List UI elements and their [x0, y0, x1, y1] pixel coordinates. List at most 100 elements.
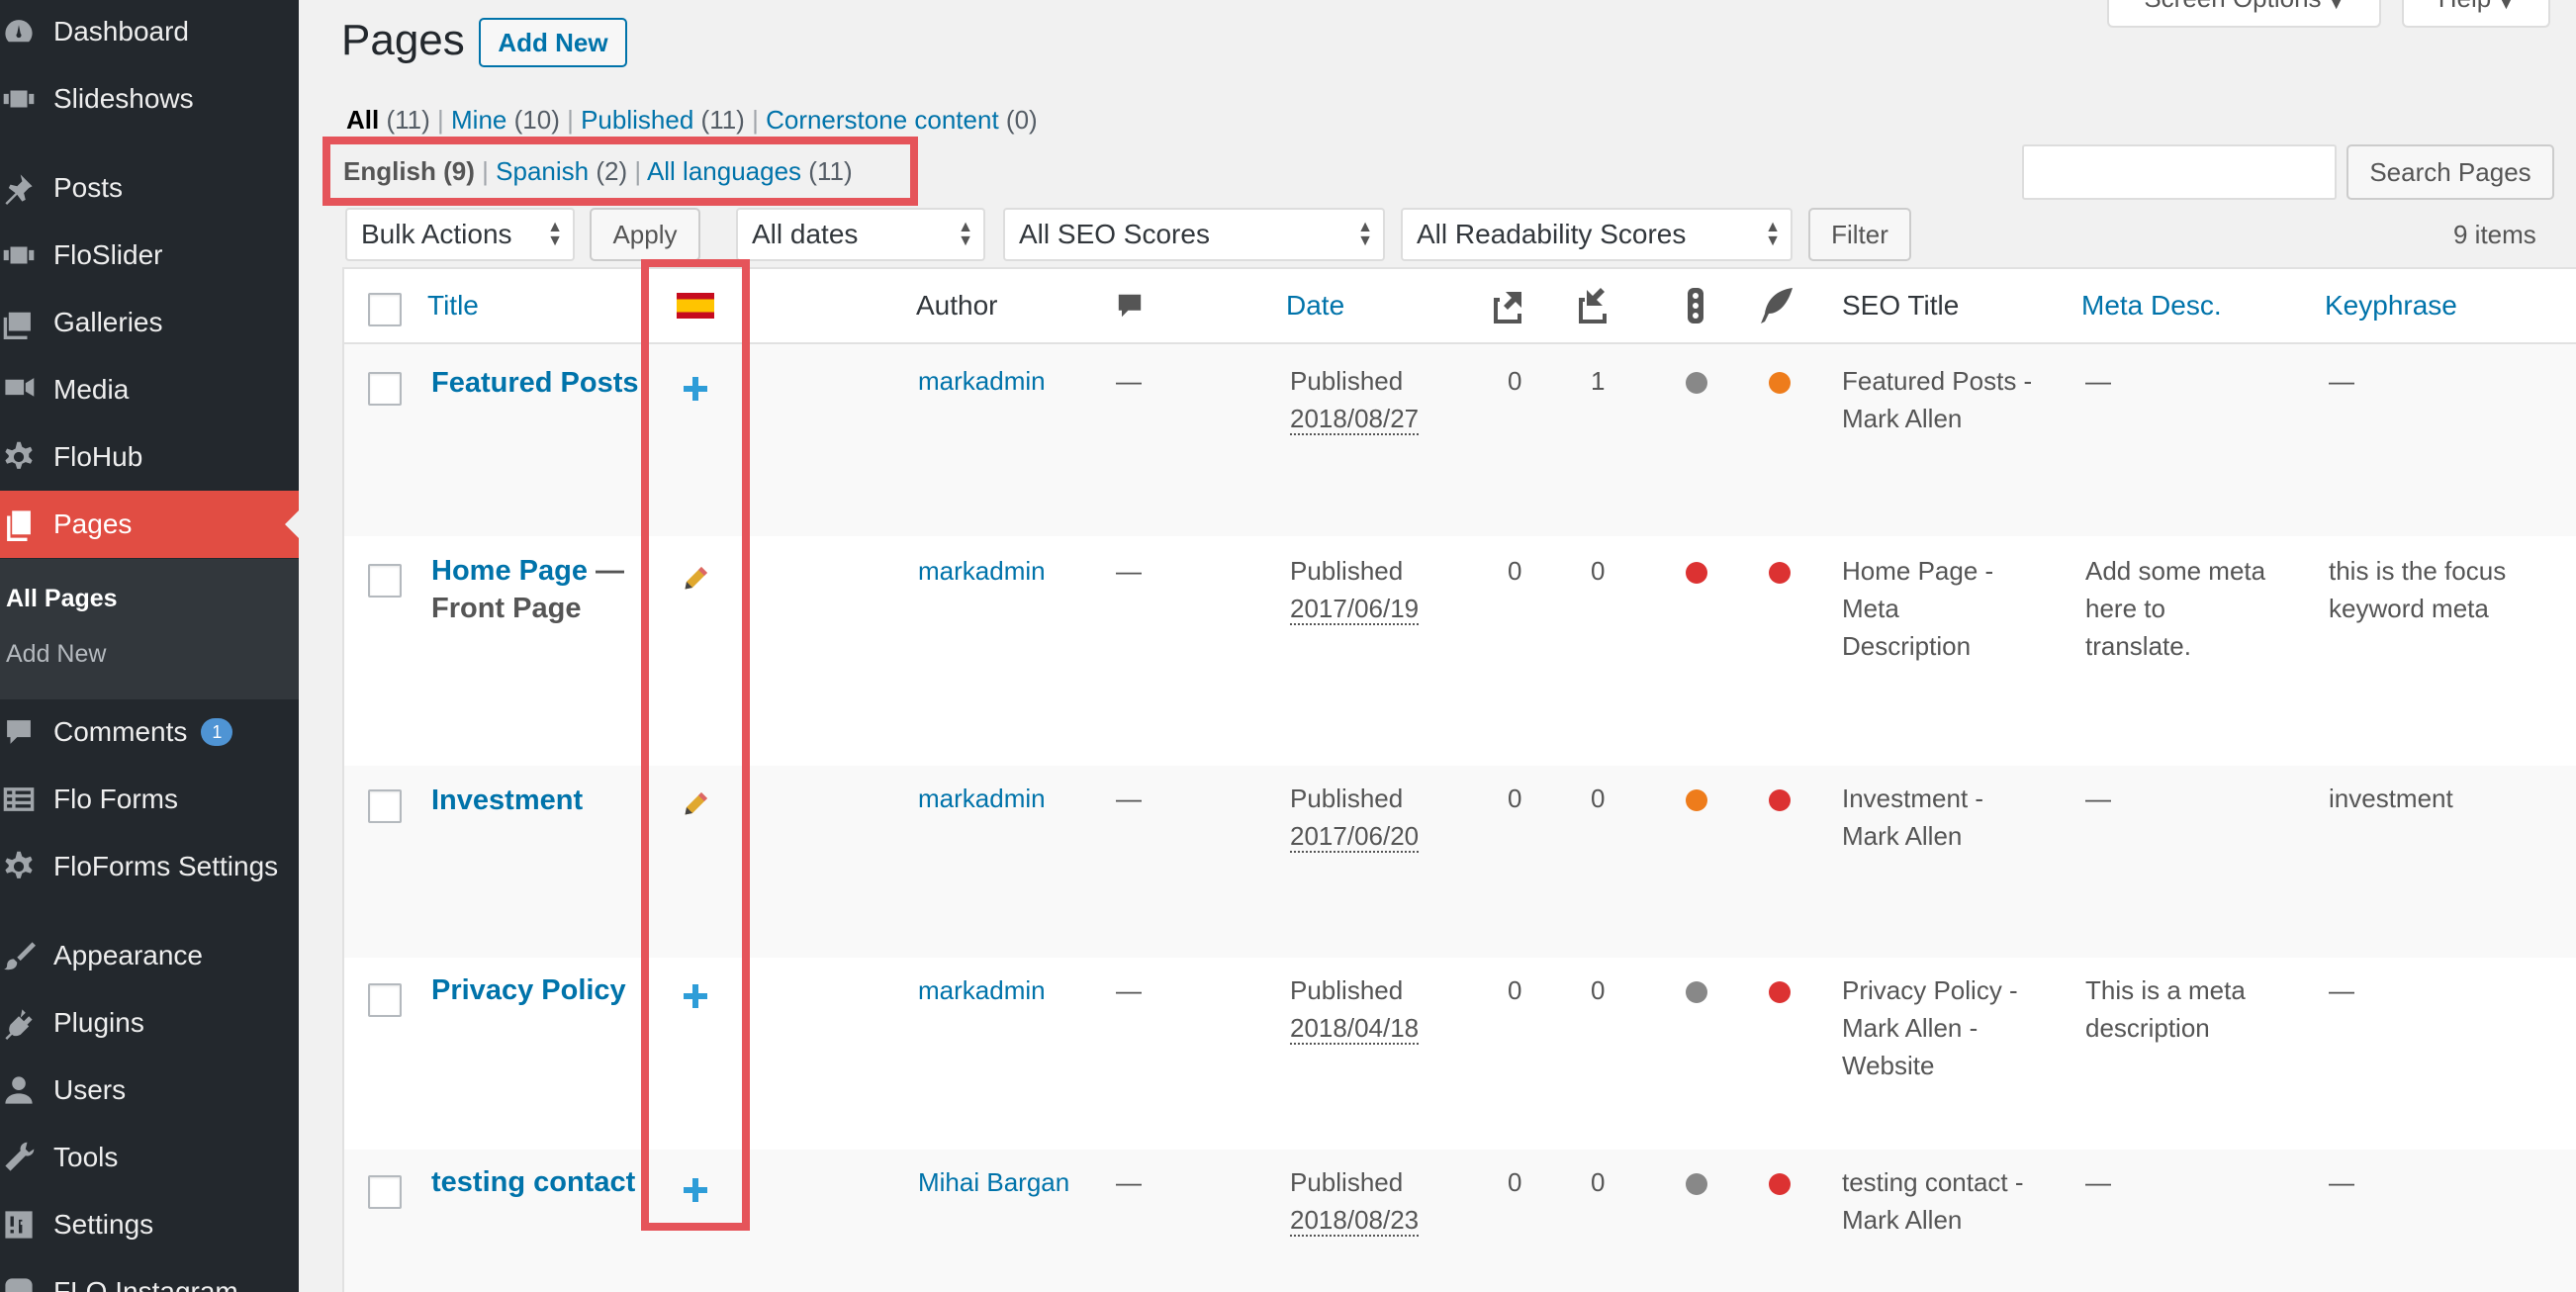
column-meta-desc-header[interactable]: Meta Desc. [2081, 269, 2222, 342]
row-checkbox[interactable] [368, 789, 402, 823]
column-keyphrase-header[interactable]: Keyphrase [2325, 269, 2457, 342]
readability-scores-select[interactable]: All Readability Scores ▲ ▼ [1401, 208, 1793, 261]
search-pages-button[interactable]: Search Pages [2346, 144, 2554, 200]
page-title-link[interactable]: Investment [431, 784, 583, 816]
author-link[interactable]: markadmin [918, 784, 1046, 813]
sidebar-item-flohub[interactable]: FloHub [0, 423, 299, 491]
date-cell: Published 2018/08/27 [1290, 362, 1420, 437]
sidebar-item-settings[interactable]: Settings [0, 1191, 299, 1258]
readability-score-dot [1769, 789, 1791, 811]
screen-options-button[interactable]: Screen Options ▼ [2107, 0, 2381, 28]
keyphrase-cell: — [2329, 975, 2354, 1005]
outgoing-links-count: 0 [1508, 366, 1522, 396]
comments-count: — [1116, 1167, 1142, 1197]
row-checkbox[interactable] [368, 372, 402, 406]
sidebar-item-users[interactable]: Users [0, 1057, 299, 1124]
select-all-checkbox[interactable] [368, 293, 402, 326]
dates-select[interactable]: All dates ▲ ▼ [736, 208, 985, 261]
sidebar-item-tools[interactable]: Tools [0, 1124, 299, 1191]
sidebar-item-label: FloSlider [53, 239, 163, 270]
sidebar-item-slideshows[interactable]: Slideshows [0, 65, 299, 133]
pages-icon [0, 491, 53, 558]
sidebar-item-galleries[interactable]: Galleries [0, 289, 299, 356]
sidebar-item-appearance[interactable]: Appearance [0, 922, 299, 989]
filter-cornerstone[interactable]: Cornerstone content (0) [766, 105, 1038, 135]
row-checkbox[interactable] [368, 983, 402, 1017]
outgoing-links-icon [1488, 269, 1527, 342]
pages-submenu: All Pages Add New [0, 559, 299, 699]
author-link[interactable]: markadmin [918, 975, 1046, 1005]
sidebar-item-posts[interactable]: Posts [0, 154, 299, 222]
sidebar-item-dashboard[interactable]: Dashboard [0, 0, 299, 65]
comments-count: — [1116, 556, 1142, 586]
column-seo-title-header: SEO Title [1842, 290, 1960, 321]
filter-english[interactable]: English (9) [343, 156, 475, 186]
sidebar-item-flo-forms[interactable]: Flo Forms [0, 766, 299, 833]
sidebar-item-floslider[interactable]: FloSlider [0, 222, 299, 289]
date-cell: Published 2018/08/23 [1290, 1163, 1420, 1239]
date-cell: Published 2017/06/19 [1290, 552, 1420, 627]
sidebar-item-label: FloForms Settings [53, 851, 279, 881]
bulk-actions-value: Bulk Actions [361, 219, 512, 249]
gear-icon [0, 423, 53, 491]
filter-spanish[interactable]: Spanish (2) [496, 156, 627, 186]
sidebar-item-pages[interactable]: Pages [0, 491, 299, 558]
publish-date: 2018/08/27 [1290, 404, 1420, 435]
sidebar-item-comments[interactable]: Comments 1 [0, 698, 299, 766]
row-checkbox[interactable] [368, 564, 402, 598]
author-link[interactable]: markadmin [918, 366, 1046, 396]
sidebar-item-flo-instagram[interactable]: FLO Instagram [0, 1258, 299, 1292]
filter-all[interactable]: All (11) [346, 105, 430, 135]
plugin-icon [0, 989, 53, 1057]
seo-scores-select[interactable]: All SEO Scores ▲ ▼ [1003, 208, 1385, 261]
page-title-link[interactable]: Home Page [431, 555, 588, 587]
filter-all-languages[interactable]: All languages (11) [647, 156, 853, 186]
page-title-link[interactable]: Featured Posts [431, 367, 639, 399]
sidebar-item-media[interactable]: Media [0, 356, 299, 423]
apply-button[interactable]: Apply [590, 208, 700, 261]
publish-date: 2018/08/23 [1290, 1205, 1420, 1237]
dashboard-icon [0, 0, 53, 65]
publish-date: 2018/04/18 [1290, 1013, 1420, 1045]
incoming-links-count: 0 [1591, 784, 1606, 813]
date-cell: Published 2018/04/18 [1290, 971, 1420, 1047]
author-link[interactable]: Mihai Bargan [918, 1167, 1069, 1197]
add-new-page-button[interactable]: Add New [479, 18, 627, 67]
sidebar-item-label: Galleries [53, 307, 163, 337]
row-checkbox[interactable] [368, 1175, 402, 1209]
column-title-header[interactable]: Title [427, 269, 479, 342]
sidebar-item-label: Settings [53, 1209, 154, 1240]
dates-value: All dates [752, 219, 859, 249]
author-link[interactable]: markadmin [918, 556, 1046, 586]
help-button[interactable]: Help ▼ [2402, 0, 2550, 28]
slider-icon [0, 222, 53, 289]
incoming-links-count: 0 [1591, 1167, 1606, 1197]
meta-desc-cell: — [2085, 366, 2111, 396]
sidebar-item-floforms-settings[interactable]: FloForms Settings [0, 833, 299, 900]
filter-mine[interactable]: Mine (10) [451, 105, 560, 135]
keyphrase-cell: — [2329, 366, 2354, 396]
readability-score-dot [1769, 981, 1791, 1003]
submenu-add-new[interactable]: Add New [6, 640, 106, 669]
sidebar-item-label: Appearance [53, 940, 204, 970]
page-title-link[interactable]: Privacy Policy [431, 974, 626, 1006]
readability-value: All Readability Scores [1417, 219, 1687, 249]
page-title-link[interactable]: testing contact [431, 1166, 635, 1198]
meta-desc-cell: This is a meta description [2085, 975, 2246, 1043]
incoming-links-count: 0 [1591, 975, 1606, 1005]
comments-count: — [1116, 975, 1142, 1005]
bulk-actions-select[interactable]: Bulk Actions ▲ ▼ [345, 208, 575, 261]
search-input[interactable] [2022, 144, 2337, 200]
meta-desc-cell: — [2085, 1167, 2111, 1197]
publish-status: Published [1290, 784, 1404, 813]
meta-desc-cell: — [2085, 784, 2111, 813]
items-count: 9 items [2453, 220, 2536, 249]
sidebar-item-plugins[interactable]: Plugins [0, 989, 299, 1057]
admin-sidebar: Dashboard Slideshows Posts FloSlider Gal… [0, 0, 299, 1292]
filter-published[interactable]: Published (11) [581, 105, 745, 135]
comment-icon[interactable] [1114, 269, 1146, 342]
submenu-all-pages[interactable]: All Pages [6, 585, 118, 613]
filter-button[interactable]: Filter [1808, 208, 1911, 261]
column-date-header[interactable]: Date [1286, 269, 1344, 342]
help-label: Help [2438, 0, 2491, 14]
